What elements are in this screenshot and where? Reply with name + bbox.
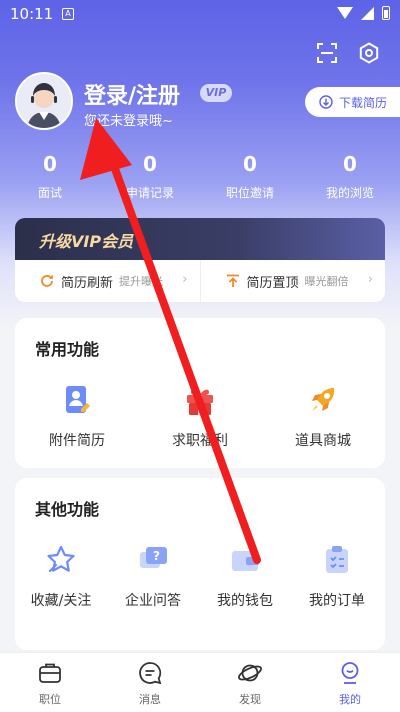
grid-label: 收藏/关注 — [30, 593, 92, 609]
stat-invitations[interactable]: 0 职位邀请 — [200, 152, 300, 201]
signal-icon — [361, 6, 374, 20]
battery-icon — [382, 6, 390, 20]
svg-text:?: ? — [153, 549, 160, 563]
vip-banner-text: 升级VIP会员 — [39, 232, 134, 251]
job-benefits-button[interactable]: 求职福利 — [154, 380, 246, 450]
chat-icon — [136, 659, 164, 687]
vip-actions: 简历刷新 提升曝光 › 简历置顶 曝光翻倍 › — [15, 260, 385, 302]
stat-interviews[interactable]: 0 面试 — [0, 152, 100, 201]
grid-label: 道具商城 — [295, 433, 351, 449]
download-resume-label: 下载简历 — [339, 95, 388, 110]
tab-messages[interactable]: 消息 — [100, 653, 200, 712]
login-subtitle: 您还未登录哦~ — [84, 114, 173, 129]
resume-refresh-button[interactable]: 简历刷新 提升曝光 › — [15, 260, 200, 302]
stat-label: 面试 — [37, 186, 62, 200]
status-time: 10:11 — [10, 5, 54, 23]
resume-refresh-label: 简历刷新 — [61, 275, 114, 291]
grid-label: 我的钱包 — [217, 593, 273, 609]
grid-label: 求职福利 — [172, 433, 228, 449]
item-store-button[interactable]: 道具商城 — [277, 380, 369, 450]
grid-label: 我的订单 — [309, 593, 365, 609]
pin-top-icon — [226, 274, 239, 287]
stats-row: 0 面试 0 申请记录 0 职位邀请 0 我的浏览 — [0, 152, 400, 201]
stat-value: 0 — [343, 152, 357, 176]
gift-icon — [180, 380, 220, 420]
tab-label: 职位 — [39, 693, 61, 706]
bottom-tab-bar: 职位 消息 发现 我的 — [0, 652, 400, 712]
stat-value: 0 — [43, 152, 57, 176]
tab-label: 发现 — [239, 693, 261, 706]
stat-applications[interactable]: 0 申请记录 — [100, 152, 200, 201]
my-orders-button[interactable]: 我的订单 — [291, 540, 383, 610]
briefcase-icon — [36, 659, 64, 687]
login-register-link[interactable]: 登录/注册 — [84, 78, 180, 110]
download-icon — [319, 95, 333, 109]
profile-icon — [336, 659, 364, 687]
favorites-follow-button[interactable]: 收藏/关注 — [15, 540, 107, 610]
other-functions-card: 其他功能 收藏/关注 ? 企业问答 我的钱包 我的订单 — [15, 478, 385, 650]
stat-value: 0 — [143, 152, 157, 176]
stat-browsing[interactable]: 0 我的浏览 — [300, 152, 400, 201]
tab-label: 消息 — [139, 693, 161, 706]
planet-icon — [236, 659, 264, 687]
stat-label: 我的浏览 — [325, 186, 374, 200]
resume-top-hint: 曝光翻倍 — [304, 275, 349, 288]
grid-label: 企业问答 — [125, 593, 181, 609]
stat-label: 职位邀请 — [225, 186, 274, 200]
section-title: 其他功能 — [35, 500, 100, 519]
chevron-right-icon: › — [182, 272, 188, 287]
wallet-icon — [225, 540, 265, 580]
refresh-icon — [41, 275, 53, 287]
avatar[interactable] — [15, 72, 73, 130]
notification-badge: A — [62, 8, 74, 20]
tab-label: 我的 — [339, 693, 361, 706]
tab-discover[interactable]: 发现 — [200, 653, 300, 712]
stat-label: 申请记录 — [125, 186, 174, 200]
settings-icon[interactable] — [356, 40, 382, 66]
section-title: 常用功能 — [35, 340, 100, 359]
resume-icon — [57, 380, 97, 420]
order-list-icon — [317, 540, 357, 580]
resume-refresh-hint: 提升曝光 — [119, 275, 164, 288]
vip-tag: VIP — [200, 84, 232, 102]
tab-jobs[interactable]: 职位 — [0, 653, 100, 712]
company-qa-button[interactable]: ? 企业问答 — [107, 540, 199, 610]
stat-value: 0 — [243, 152, 257, 176]
grid-label: 附件简历 — [49, 433, 105, 449]
question-chat-icon: ? — [133, 540, 173, 580]
scan-icon[interactable] — [314, 40, 340, 66]
common-functions-card: 常用功能 附件简历 求职福利 道具商城 — [15, 318, 385, 468]
vip-upgrade-banner[interactable]: 升级VIP会员 — [15, 218, 385, 260]
star-icon — [41, 540, 81, 580]
rocket-icon — [303, 380, 343, 420]
my-wallet-button[interactable]: 我的钱包 — [199, 540, 291, 610]
tab-me[interactable]: 我的 — [300, 653, 400, 712]
status-bar: 10:11 A — [0, 0, 400, 28]
attachment-resume-button[interactable]: 附件简历 — [31, 380, 123, 450]
resume-top-label: 简历置顶 — [246, 275, 299, 291]
resume-top-button[interactable]: 简历置顶 曝光翻倍 › — [199, 260, 386, 302]
wifi-icon — [337, 7, 353, 19]
download-resume-button[interactable]: 下载简历 — [305, 87, 400, 117]
system-icons — [337, 6, 390, 20]
chevron-right-icon: › — [367, 272, 373, 287]
